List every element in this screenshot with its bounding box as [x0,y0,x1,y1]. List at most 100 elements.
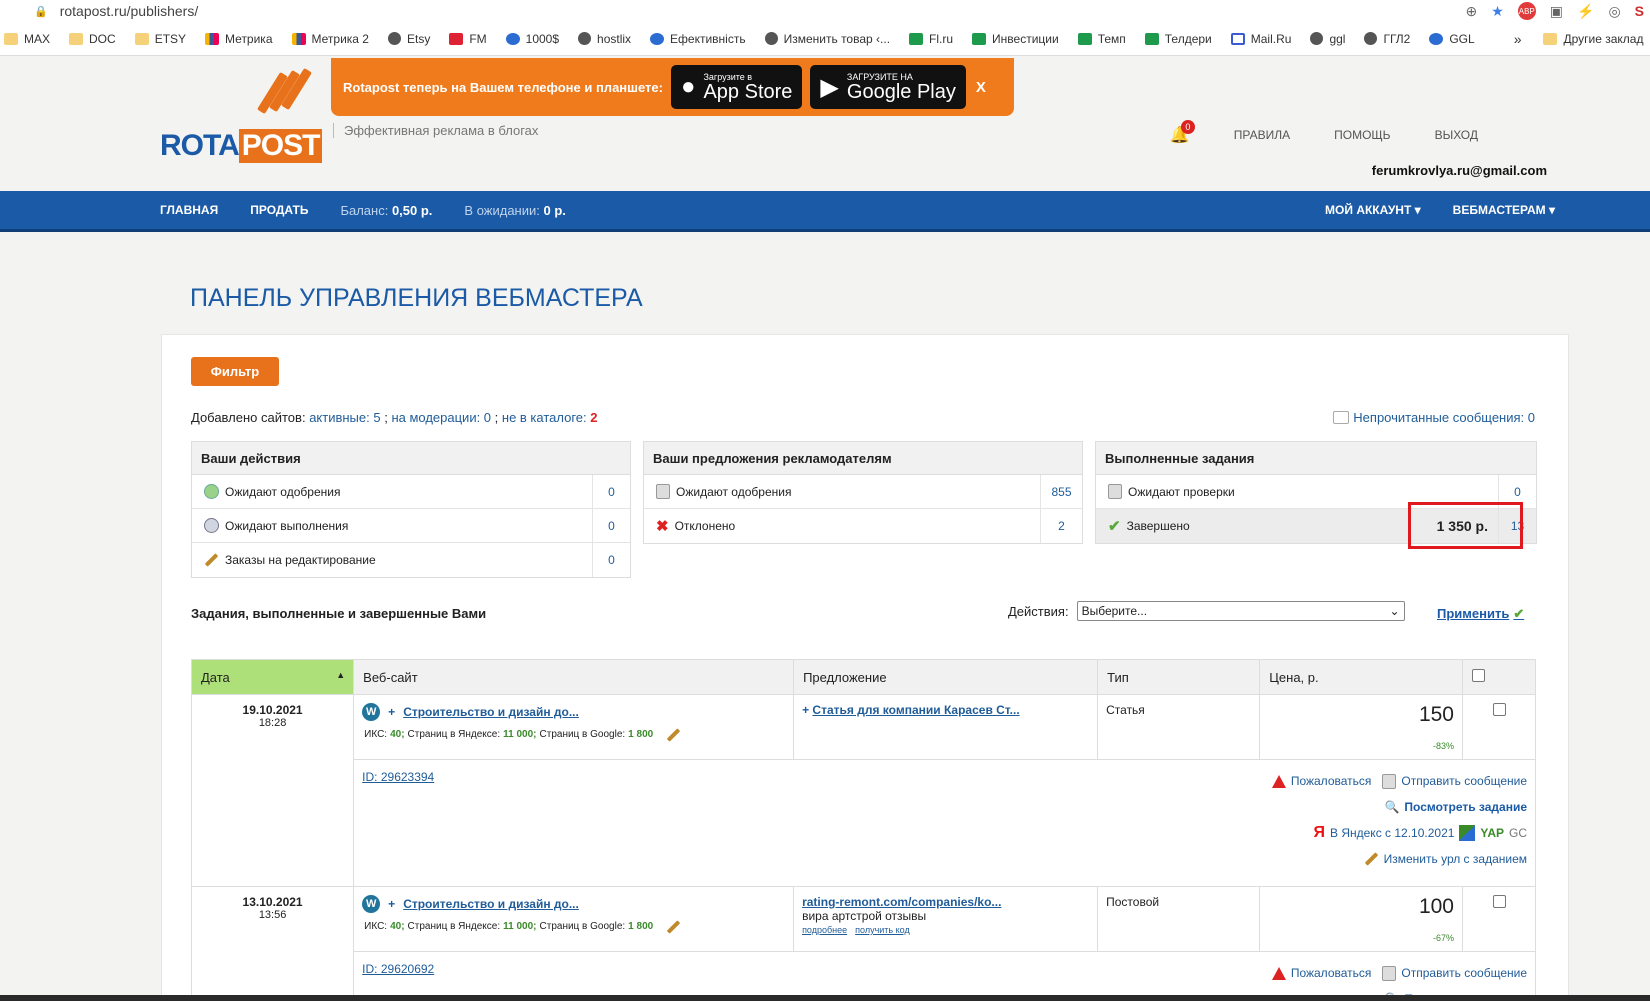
complain-link[interactable]: Пожаловаться [1291,774,1372,788]
extension-bolt-icon[interactable]: ⚡ [1577,3,1594,20]
view-task-link[interactable]: Посмотреть задание [1404,800,1527,814]
task-id-link[interactable]: ID: 29620692 [362,962,434,976]
browser-address-bar[interactable]: 🔒 rotapost.ru/publishers/ [0,0,1650,22]
extension-circle-icon[interactable]: ◎ [1608,3,1620,20]
row-checkbox[interactable] [1492,703,1506,716]
taskbar-strip [0,995,1650,1001]
bookmark-telderi[interactable]: Телдери [1144,32,1212,46]
expand-icon[interactable]: + [802,703,809,717]
bookmark-efektyvnist[interactable]: Ефективність [650,32,746,46]
nav-home[interactable]: ГЛАВНАЯ [160,203,218,217]
row-checkbox[interactable] [1492,895,1506,908]
count-link[interactable]: 855 [1051,485,1071,499]
edit-pencil-icon[interactable] [666,727,681,742]
send-message-link[interactable]: Отправить сообщение [1401,966,1527,980]
count-link[interactable]: 0 [608,553,615,567]
column-date[interactable]: Дата ▲ [190,659,355,695]
pending-balance: В ожидании: 0 р. [464,202,566,218]
table-row: 19.10.2021 18:28 W + Строительство и диз… [190,694,1536,887]
yandex-icon: Я [1313,824,1326,841]
nav-my-account-dropdown[interactable]: МОЙ АККАУНТ ▾ [1325,203,1421,217]
promo-close-button[interactable]: X [976,79,986,96]
send-message-link[interactable]: Отправить сообщение [1401,774,1527,788]
wordpress-icon: W [362,703,381,721]
count-link[interactable]: 0 [1514,485,1521,499]
edit-url-link[interactable]: Изменить урл с заданием [1384,852,1527,866]
offer-anchor-text: вира артстрой отзывы [802,909,927,923]
task-id-link[interactable]: ID: 29623394 [362,770,434,784]
bookmark-edit-product[interactable]: Изменить товар ‹... [764,32,890,46]
bookmark-ggl2[interactable]: ГГЛ2 [1364,32,1410,46]
bookmark-hostlix[interactable]: hostlix [578,32,631,46]
unread-messages-link[interactable]: Непрочитанные сообщения: 0 [1353,410,1535,425]
expand-icon[interactable]: + [388,705,395,719]
highlight-annotation-box [1408,502,1523,549]
get-code-link[interactable]: получить код [855,925,910,935]
column-price[interactable]: Цена, р. [1259,659,1463,695]
unread-messages[interactable]: Непрочитанные сообщения: 0 [1333,410,1535,425]
app-store-button[interactable]: ● Загрузите в App Store [670,65,803,109]
expand-icon[interactable]: + [388,897,395,911]
edit-pencil-icon[interactable] [666,919,681,934]
apply-button[interactable]: Применить ✔ [1437,606,1524,622]
bookmark-star-icon[interactable]: ★ [1491,3,1504,20]
count-link[interactable]: 0 [608,519,615,533]
bookmark-temp[interactable]: Темп [1077,32,1126,46]
actions-row-awaiting-approval: Ожидают одобрения 0 [192,475,630,509]
bookmark-ggl[interactable]: ggl [1310,32,1345,46]
details-cell: ID: 29620692 Пожаловаться Отправить сооб… [353,951,1536,1001]
other-bookmarks-folder[interactable]: Другие заклад [1543,32,1643,46]
count-link[interactable]: 0 [608,485,615,499]
not-in-catalog-link[interactable]: не в каталоге: 2 [502,410,598,425]
bookmark-max[interactable]: MAX [4,32,50,46]
column-website[interactable]: Веб-сайт [353,659,795,695]
bookmark-flru[interactable]: Fl.ru [909,32,953,46]
bookmark-etsy-folder[interactable]: ETSY [134,32,186,46]
website-cell: W + Строительство и дизайн до... ИКС: 40;… [353,886,795,952]
extension-s-icon[interactable]: S [1635,3,1644,19]
offer-link[interactable]: Статья для компании Карасев Ст... [812,703,1019,717]
folder-icon [1543,32,1558,45]
website-cell: W + Строительство и дизайн до... ИКС: 40;… [353,694,795,760]
select-all-checkbox[interactable] [1472,669,1485,682]
bookmark-fm[interactable]: FM [449,32,487,46]
url-text[interactable]: rotapost.ru/publishers/ [60,3,199,19]
bookmarks-more-button[interactable]: » [1514,31,1522,47]
count-link[interactable]: 2 [1058,519,1065,533]
bookmark-1000[interactable]: 1000$ [505,32,559,46]
bookmark-etsy[interactable]: Etsy [387,32,430,46]
google-play-button[interactable]: ▶ ЗАГРУЗИТЕ НА Google Play [810,65,966,109]
bookmark-ggl-caps[interactable]: GGL [1429,32,1475,46]
zoom-icon[interactable]: ⊕ [1465,3,1477,20]
logout-link[interactable]: ВЫХОД [1435,128,1478,142]
bookmark-doc[interactable]: DOC [69,32,116,46]
website-link[interactable]: Строительство и дизайн до... [403,897,579,911]
nav-webmasters-dropdown[interactable]: ВЕБМАСТЕРАМ ▾ [1453,203,1555,217]
active-sites-link[interactable]: активные: 5 [309,410,380,425]
bookmark-mailru[interactable]: Mail.Ru [1230,32,1291,46]
notifications-bell-icon[interactable]: 🔔 0 [1170,120,1195,145]
nav-sell[interactable]: ПРОДАТЬ [250,203,308,217]
moderation-sites-link[interactable]: на модерации: 0 [391,410,491,425]
box-title: Выполненные задания [1096,442,1536,475]
more-details-link[interactable]: подробнее [802,925,847,935]
box-title: Ваши предложения рекламодателям [644,442,1082,475]
warning-icon [1271,774,1286,788]
filter-button[interactable]: Фильтр [191,357,279,386]
complain-link[interactable]: Пожаловаться [1291,966,1372,980]
message-icon [1382,773,1397,789]
bulk-actions: Действия: Выберите... ⌄ [1008,601,1405,621]
help-link[interactable]: ПОМОЩЬ [1334,128,1390,142]
column-offer[interactable]: Предложение [793,659,1099,695]
bookmark-metrika-2[interactable]: Метрика 2 [291,32,369,46]
bookmark-metrika[interactable]: Метрика [205,32,273,46]
column-type[interactable]: Тип [1097,659,1261,695]
offer-link[interactable]: rating-remont.com/companies/ko... [802,895,1001,909]
website-link[interactable]: Строительство и дизайн до... [403,705,579,719]
bulk-actions-select[interactable]: Выберите... ⌄ [1076,601,1405,621]
bookmark-investments[interactable]: Инвестиции [972,32,1059,46]
extension-icon[interactable]: ▣ [1550,3,1563,20]
rotapost-logo[interactable]: ROTA POST [160,67,323,163]
extension-abp-icon[interactable]: ABP [1517,2,1536,20]
rules-link[interactable]: ПРАВИЛА [1234,128,1290,142]
